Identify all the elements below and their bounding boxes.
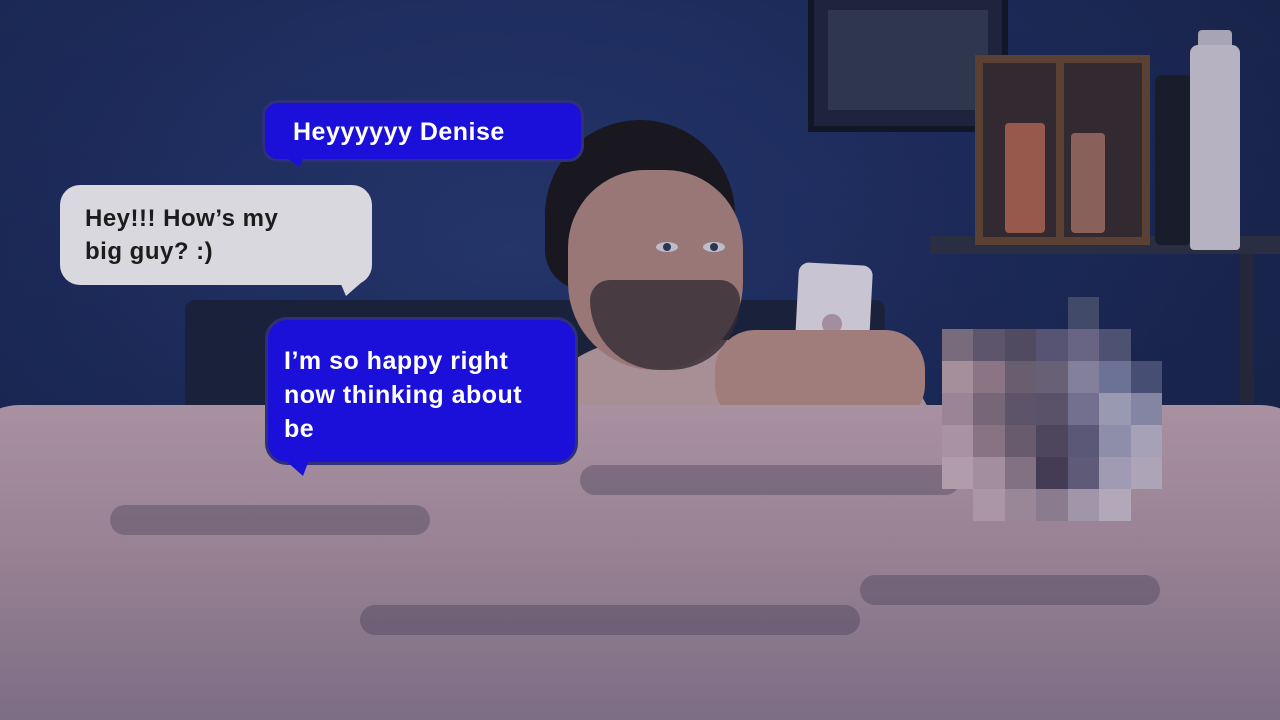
- incoming-message-line: big guy? :): [85, 238, 214, 265]
- bubble-tail: [285, 460, 309, 476]
- video-frame: Heyyyyyy Denise Hey!!! How’s my big guy?…: [0, 0, 1280, 720]
- bubble-tail: [283, 155, 305, 167]
- color-grade-overlay: [0, 0, 1280, 720]
- outgoing-message-bubble: I’m so happy right now thinking about be: [265, 317, 578, 465]
- outgoing-message-bubble: Heyyyyyy Denise: [262, 100, 584, 162]
- incoming-message-line: Hey!!! How’s my: [85, 205, 279, 232]
- outgoing-message-text: Heyyyyyy Denise: [293, 118, 505, 146]
- outgoing-message-line: I’m so happy right: [284, 347, 509, 375]
- outgoing-message-line: be: [284, 415, 315, 443]
- bubble-tail: [340, 282, 362, 296]
- outgoing-message-line: now thinking about: [284, 381, 523, 409]
- incoming-message-bubble: Hey!!! How’s my big guy? :): [60, 185, 372, 285]
